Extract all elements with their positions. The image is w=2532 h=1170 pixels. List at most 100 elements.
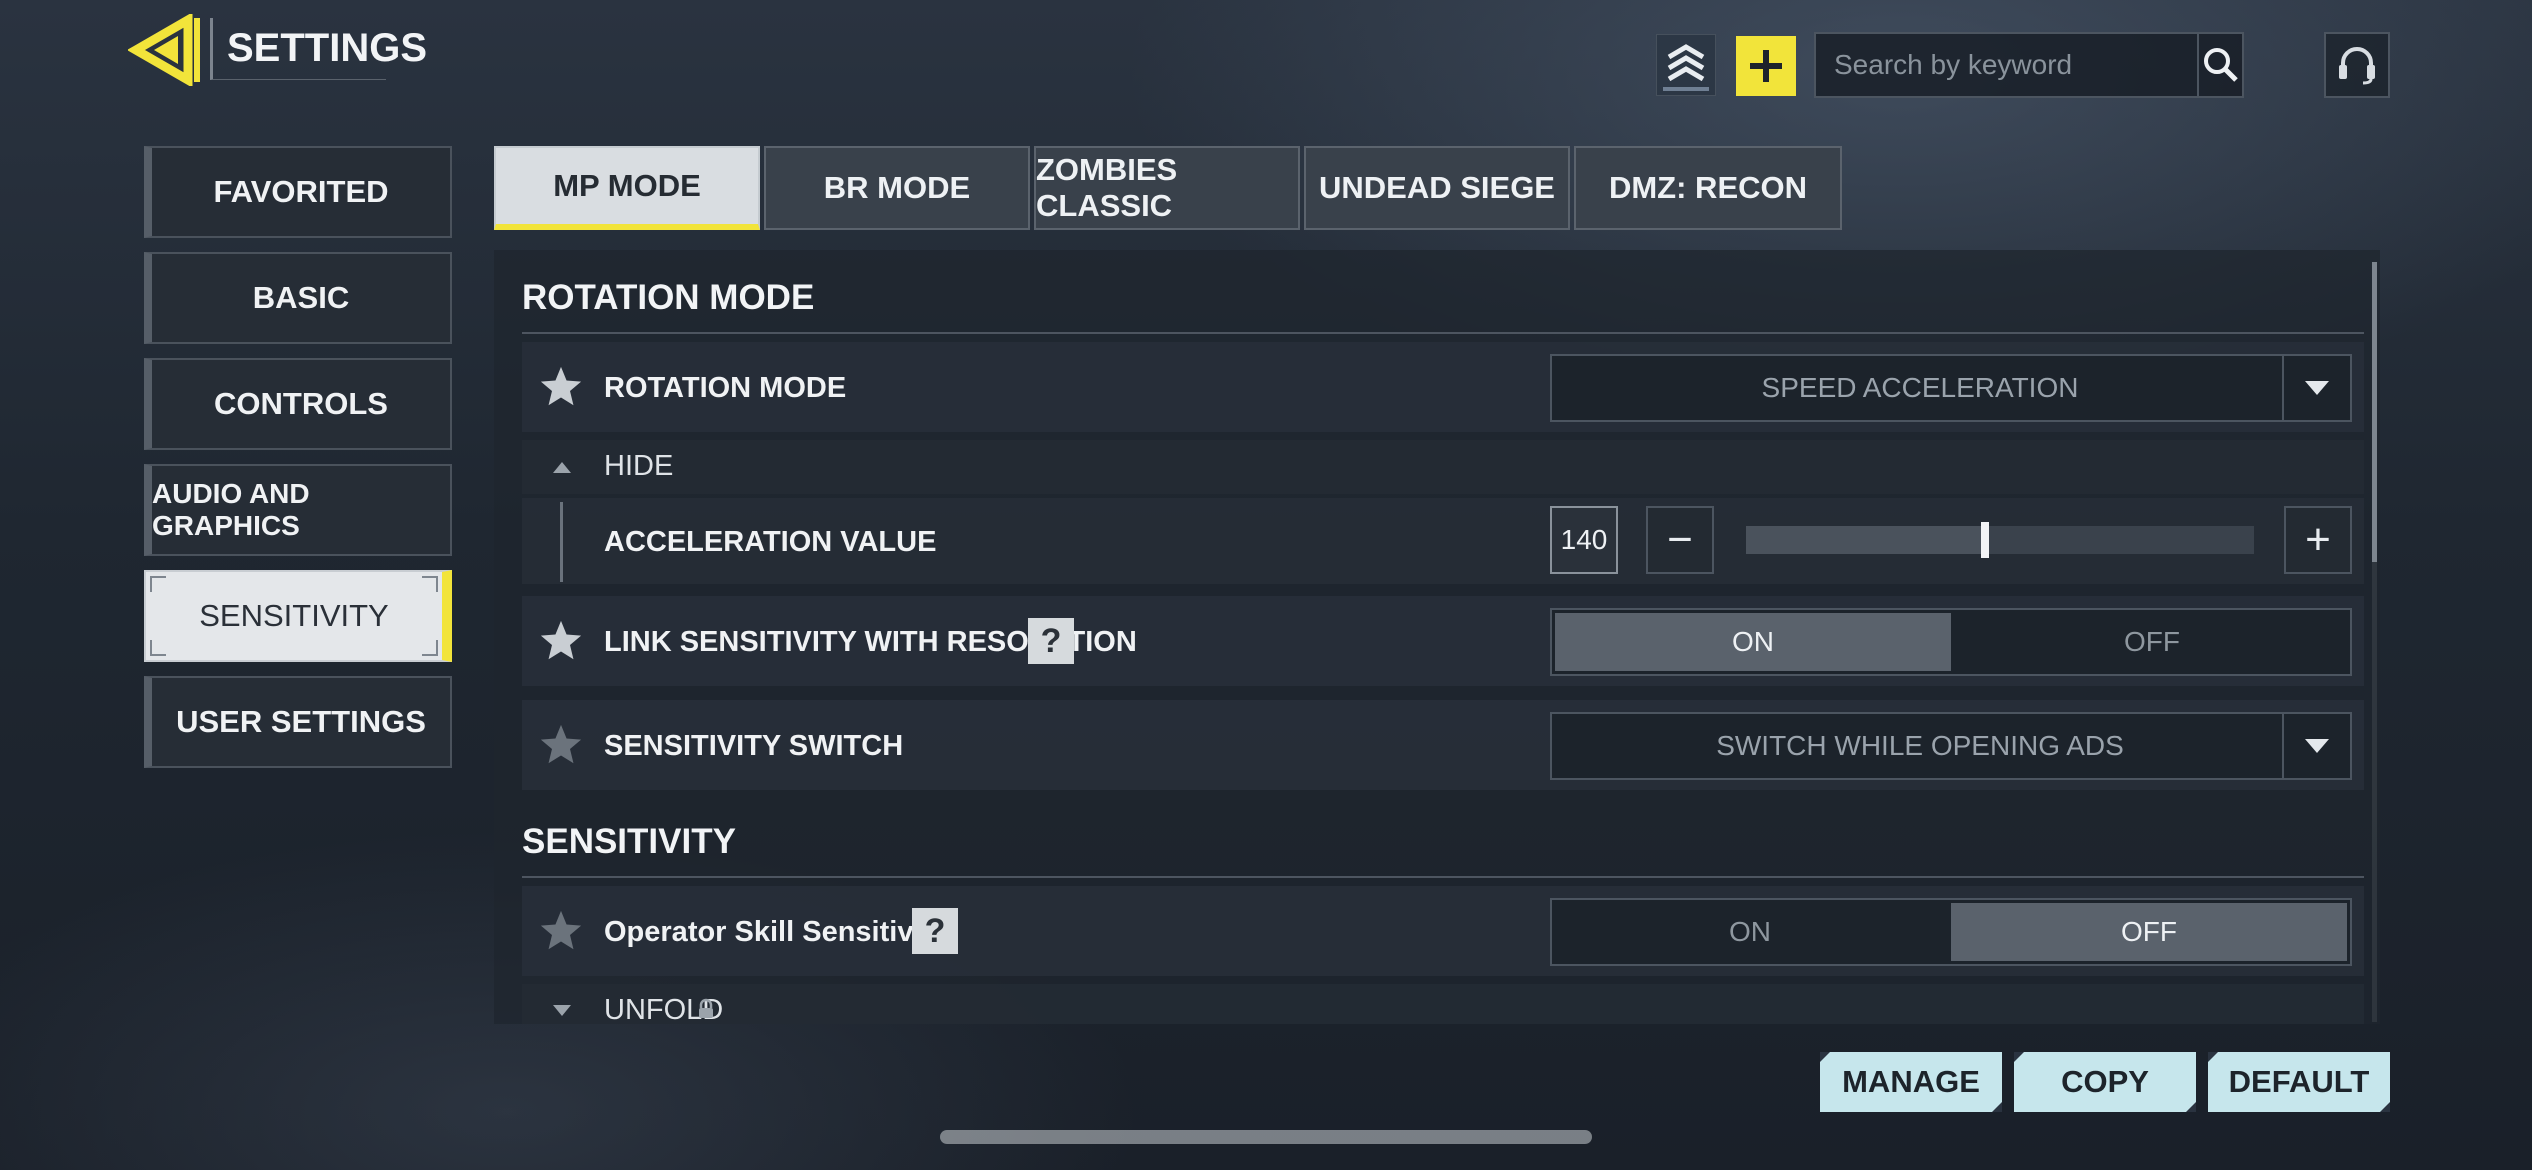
sidebar-item-user-settings[interactable]: USER SETTINGS bbox=[144, 676, 452, 768]
lock-icon bbox=[699, 998, 713, 1018]
sidebar-item-label: FAVORITED bbox=[213, 174, 389, 209]
operator-skill-toggle: ON OFF bbox=[1550, 898, 2352, 966]
sidebar-item-audio-and-graphics[interactable]: AUDIO AND GRAPHICS bbox=[144, 464, 452, 556]
corner-bracket bbox=[422, 640, 438, 656]
scrollbar-thumb[interactable] bbox=[2372, 262, 2377, 562]
sidebar-item-controls[interactable]: CONTROLS bbox=[144, 358, 452, 450]
setting-label: ACCELERATION VALUE bbox=[604, 526, 937, 558]
corner-notch bbox=[1992, 1102, 2002, 1112]
corner-notch bbox=[2014, 1052, 2024, 1062]
tab-label: DMZ: RECON bbox=[1608, 170, 1808, 205]
corner-bracket bbox=[150, 640, 166, 656]
question-icon: ? bbox=[1040, 621, 1062, 660]
chevron-down-icon bbox=[2305, 739, 2329, 753]
tab-dmz-recon[interactable]: DMZ: RECON bbox=[1574, 146, 1842, 230]
toggle-on[interactable]: ON bbox=[1555, 613, 1951, 671]
toggle-on-label: ON bbox=[1732, 626, 1774, 657]
page-title: SETTINGS bbox=[210, 18, 427, 80]
section-title-rotation-mode: ROTATION MODE bbox=[522, 278, 815, 317]
chevron-down-icon bbox=[553, 1005, 571, 1016]
toggle-off-label: OFF bbox=[2124, 626, 2180, 657]
rotation-mode-dropdown[interactable]: SPEED ACCELERATION bbox=[1550, 354, 2352, 422]
star-icon[interactable] bbox=[538, 908, 584, 954]
search-button[interactable] bbox=[2197, 34, 2242, 96]
corner-notch bbox=[2380, 1102, 2390, 1112]
star-icon[interactable] bbox=[538, 618, 584, 664]
tab-label: BR MODE bbox=[823, 170, 971, 205]
setting-label: Operator Skill Sensitivity bbox=[604, 916, 948, 948]
dropdown-arrow[interactable] bbox=[2282, 356, 2350, 420]
corner-notch bbox=[1820, 1052, 1830, 1062]
section-title-sensitivity: SENSITIVITY bbox=[522, 822, 736, 861]
plus-icon bbox=[1750, 50, 1782, 82]
setting-label: SENSITIVITY SWITCH bbox=[604, 730, 904, 762]
star-icon[interactable] bbox=[538, 364, 584, 410]
tab-label: ZOMBIES CLASSIC bbox=[1036, 152, 1178, 223]
plus-icon: + bbox=[2305, 515, 2331, 564]
add-button[interactable] bbox=[1736, 36, 1796, 96]
sidebar-item-label: BASIC bbox=[252, 280, 350, 315]
sidebar-item-favorited[interactable]: FAVORITED bbox=[144, 146, 452, 238]
question-icon: ? bbox=[924, 911, 946, 950]
sidebar-item-basic[interactable]: BASIC bbox=[144, 252, 452, 344]
section-divider bbox=[522, 876, 2364, 878]
section-divider bbox=[522, 332, 2364, 334]
sidebar-item-label: CONTROLS bbox=[214, 386, 388, 421]
setting-label: ROTATION MODE bbox=[604, 372, 847, 404]
toggle-off[interactable]: OFF bbox=[1951, 903, 2347, 961]
acceleration-value-box[interactable]: 140 bbox=[1550, 506, 1618, 574]
search-icon bbox=[2203, 48, 2238, 82]
chevron-up-icon bbox=[553, 462, 571, 473]
corner-bracket bbox=[422, 576, 438, 592]
collapse-label: HIDE bbox=[604, 450, 674, 482]
help-button[interactable]: ? bbox=[912, 908, 958, 954]
toggle-off-label: OFF bbox=[2121, 916, 2177, 947]
decrease-button[interactable]: − bbox=[1646, 506, 1714, 574]
toggle-on[interactable]: ON bbox=[1552, 900, 1948, 964]
sidebar-item-label: USER SETTINGS bbox=[176, 704, 426, 739]
tab-undead-siege[interactable]: UNDEAD SIEGE bbox=[1304, 146, 1570, 230]
tab-br-mode[interactable]: BR MODE bbox=[764, 146, 1030, 230]
default-button[interactable]: DEFAULT bbox=[2208, 1052, 2390, 1112]
search-input[interactable] bbox=[1816, 34, 2197, 96]
minus-icon: − bbox=[1667, 515, 1693, 564]
collapse-row-hide[interactable] bbox=[522, 440, 2364, 494]
sidebar-item-label: SENSITIVITY bbox=[199, 598, 389, 633]
indent-guide bbox=[560, 502, 563, 582]
headset-icon bbox=[2339, 47, 2375, 85]
search-bar bbox=[1814, 32, 2244, 98]
sidebar-item-sensitivity[interactable]: SENSITIVITY bbox=[144, 570, 452, 662]
corner-notch bbox=[2186, 1102, 2196, 1112]
toggle-on-label: ON bbox=[1729, 916, 1771, 947]
tab-zombies-classic[interactable]: ZOMBIES CLASSIC bbox=[1034, 146, 1300, 230]
tab-label: MP MODE bbox=[553, 168, 701, 203]
default-label: DEFAULT bbox=[2228, 1064, 2370, 1099]
tab-mp-mode[interactable]: MP MODE bbox=[494, 146, 760, 230]
acceleration-slider-track[interactable] bbox=[1746, 522, 2254, 558]
manage-button[interactable]: MANAGE bbox=[1820, 1052, 2002, 1112]
acceleration-value: 140 bbox=[1560, 524, 1608, 555]
back-arrow-icon bbox=[126, 12, 200, 88]
help-button[interactable]: ? bbox=[1028, 618, 1074, 664]
dropdown-value: SWITCH WHILE OPENING ADS bbox=[1716, 730, 2124, 761]
sensitivity-switch-dropdown[interactable]: SWITCH WHILE OPENING ADS bbox=[1550, 712, 2352, 780]
copy-button[interactable]: COPY bbox=[2014, 1052, 2196, 1112]
toggle-off[interactable]: OFF bbox=[1954, 610, 2350, 674]
rank-chevron-icon[interactable] bbox=[1656, 34, 1716, 96]
page-title-text: SETTINGS bbox=[227, 26, 428, 70]
link-sensitivity-toggle: ON OFF bbox=[1550, 608, 2352, 676]
star-icon[interactable] bbox=[538, 722, 584, 768]
dropdown-value: SPEED ACCELERATION bbox=[1761, 372, 2079, 403]
acceleration-slider-handle[interactable] bbox=[1980, 522, 1989, 558]
collapse-row-unfold[interactable] bbox=[522, 984, 2364, 1024]
corner-notch bbox=[2208, 1052, 2218, 1062]
chevron-down-icon bbox=[2305, 381, 2329, 395]
tab-label: UNDEAD SIEGE bbox=[1319, 170, 1555, 205]
increase-button[interactable]: + bbox=[2284, 506, 2352, 574]
acceleration-slider-fill bbox=[1746, 526, 1985, 554]
back-button[interactable] bbox=[126, 12, 204, 88]
dropdown-arrow[interactable] bbox=[2282, 714, 2350, 778]
manage-label: MANAGE bbox=[1842, 1064, 1980, 1099]
support-button[interactable] bbox=[2324, 32, 2390, 98]
home-indicator[interactable] bbox=[940, 1130, 1592, 1144]
